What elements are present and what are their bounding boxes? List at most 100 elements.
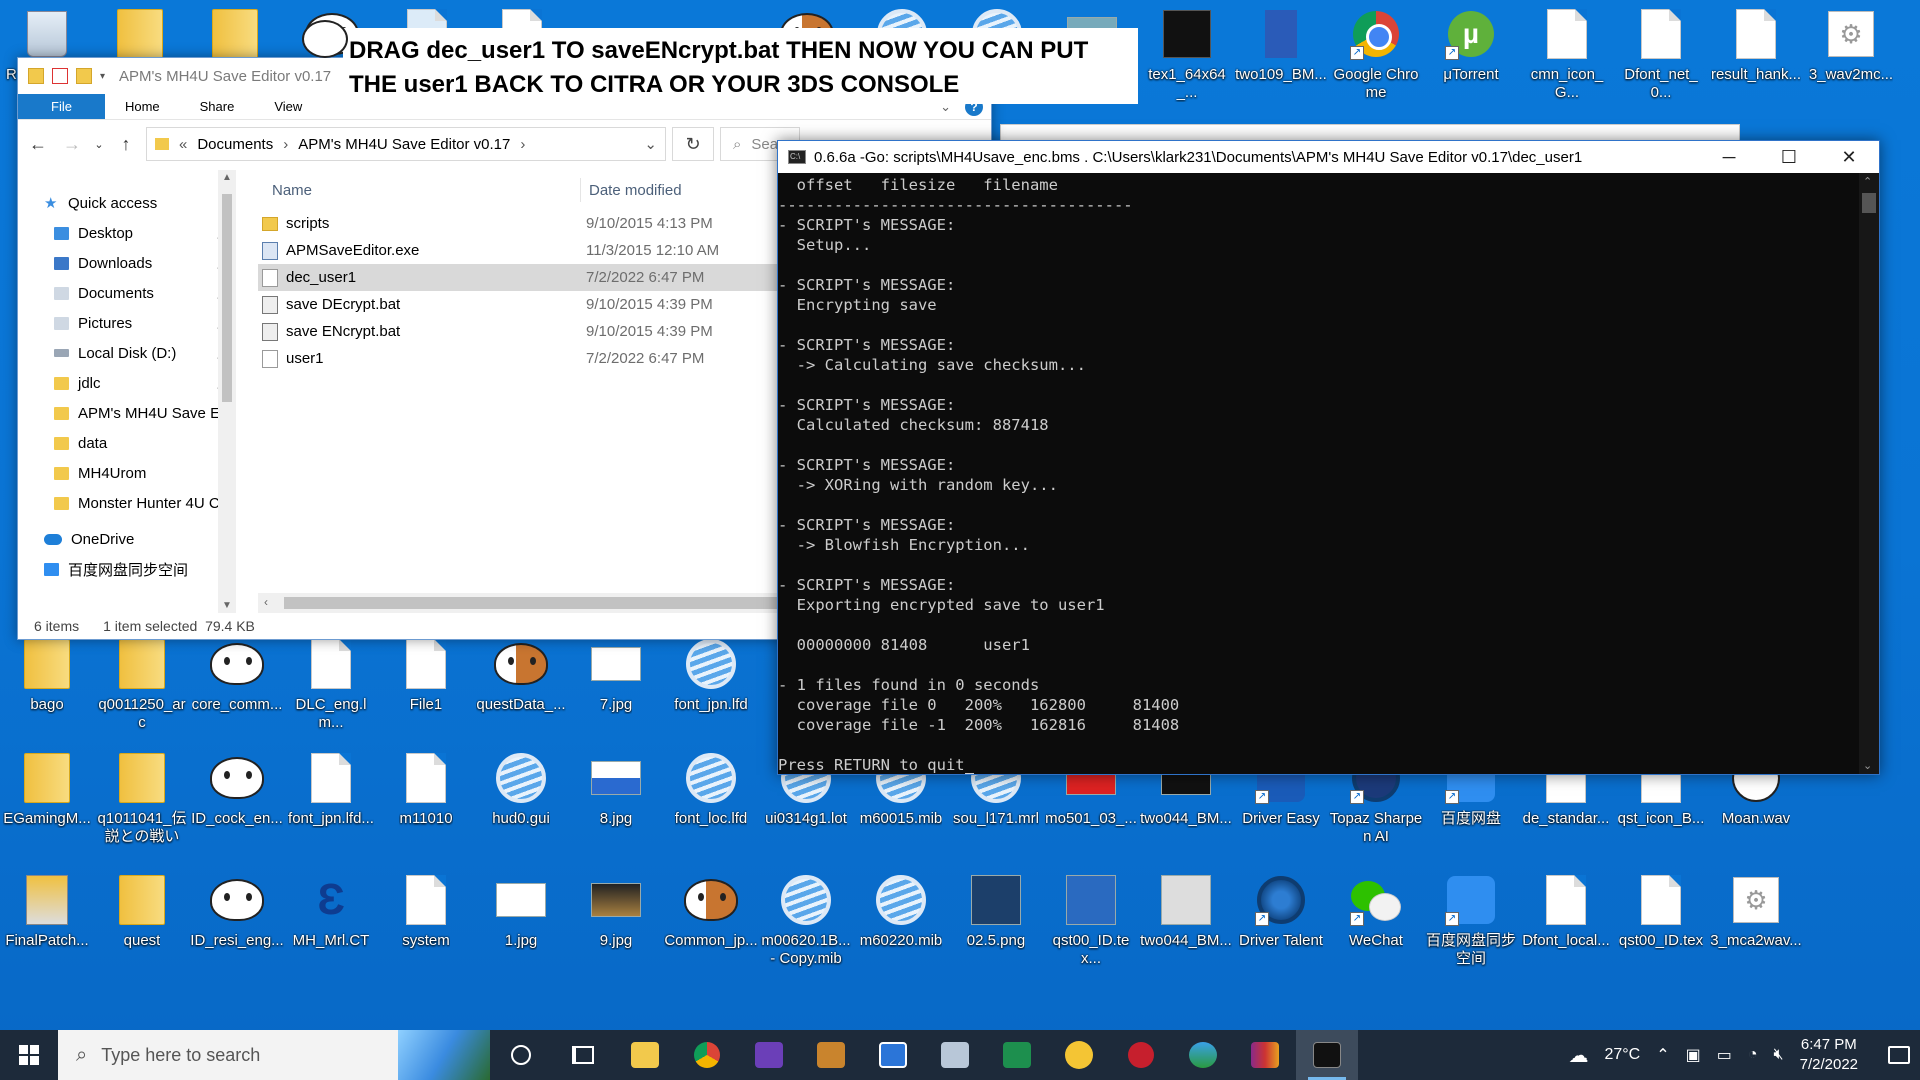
desktop-icon-two109[interactable]: two109_BM... [1234,6,1328,84]
desktop-icon-bago[interactable]: bago [0,636,94,714]
desktop-icon-egamingm[interactable]: EGamingM... [0,750,94,828]
breadcrumb-documents[interactable]: Documents [197,136,273,153]
desktop-icon-id-resi-eng[interactable]: ID_resi_eng... [190,872,284,950]
terminal-scrollbar[interactable]: ⌃ ⌄ [1859,173,1879,774]
desktop-icon-quest[interactable]: quest [95,872,189,950]
clock[interactable]: 6:47 PM 7/2/2022 [1800,1035,1858,1075]
minimize-button[interactable]: ─ [1699,141,1759,173]
cortana-button[interactable] [490,1030,552,1080]
desktop-icon-hud0-gui[interactable]: hud0.gui [474,750,568,828]
breadcrumb-chevron-icon[interactable]: › [283,136,288,153]
terminal-scroll-thumb[interactable] [1862,193,1876,213]
desktop-icon-m11010[interactable]: m11010 [379,750,473,828]
desktop-icon-file1[interactable]: File1 [379,636,473,714]
task-view-button[interactable] [552,1030,614,1080]
scroll-down-icon[interactable]: ⌄ [1863,759,1872,772]
taskbar-app-screen[interactable] [924,1030,986,1080]
desktop-icon-font-jpn-lfd[interactable]: font_jpn.lfd [664,636,758,714]
desktop-icon-finalpatch[interactable]: FinalPatch... [0,872,94,950]
tab-file[interactable]: File [18,94,105,119]
scroll-up-icon[interactable]: ⌃ [1863,175,1872,188]
breadcrumb-current[interactable]: APM's MH4U Save Editor v0.17 [298,136,510,153]
address-bar[interactable]: « Documents › APM's MH4U Save Editor v0.… [146,127,666,161]
desktop-icon-8-jpg[interactable]: 8.jpg [569,750,663,828]
terminal-titlebar[interactable]: C:\ 0.6.6a -Go: scripts\MH4Usave_enc.bms… [778,141,1879,173]
desktop-icon-baidu-sync[interactable]: ↗ 百度网盘同步空间 [1424,872,1518,968]
desktop-icon-qst00-id-tex[interactable]: qst00_ID.tex... [1044,872,1138,968]
battery-icon[interactable]: ▭ [1717,1045,1732,1065]
nav-item[interactable]: Documents📌︎ [18,278,236,308]
column-header-date-modified[interactable]: Date modified [580,178,682,202]
taskbar-chrome[interactable] [676,1030,738,1080]
scroll-up-icon[interactable]: ▲ [222,172,232,183]
taskbar-app-blue[interactable] [862,1030,924,1080]
desktop-icon-9-jpg[interactable]: 9.jpg [569,872,663,950]
tab-share[interactable]: Share [180,94,255,119]
nav-item[interactable]: 百度网盘同步空间 [18,554,236,584]
device-icon[interactable]: ▣ [1686,1045,1701,1065]
wifi-icon[interactable]: ◔ [1748,1046,1758,1064]
nav-item[interactable]: Monster Hunter 4U CQE [18,488,236,518]
tab-home[interactable]: Home [105,94,180,119]
desktop-icon-3-mca2wav[interactable]: ⚙ 3_mca2wav... [1709,872,1803,950]
back-arrow-icon[interactable]: ← [24,130,52,158]
nav-scrollbar[interactable]: ▲ ▼ [218,170,236,613]
start-button[interactable] [0,1030,58,1080]
desktop-icon-7-jpg[interactable]: 7.jpg [569,636,663,714]
show-hidden-icons-icon[interactable]: ⌃ [1656,1045,1669,1065]
desktop-icon-id-cock-en[interactable]: ID_cock_en... [190,750,284,828]
desktop-icon-driver-talent[interactable]: ↗ Driver Talent [1234,872,1328,950]
temperature[interactable]: 27°C [1604,1046,1640,1064]
weather-icon[interactable]: ☁ [1568,1043,1588,1068]
notifications-icon[interactable] [1888,1046,1910,1064]
nav-scroll-thumb[interactable] [222,194,232,402]
desktop-icon-m60220[interactable]: m60220.mib [854,872,948,950]
volume-muted-icon[interactable]: 🔇︎ [1774,1046,1784,1064]
taskbar-app-green[interactable] [986,1030,1048,1080]
taskbar-file-explorer[interactable] [614,1030,676,1080]
taskbar-app-purple[interactable] [738,1030,800,1080]
desktop-icon-utorrent[interactable]: µ ↗ μTorrent [1424,6,1518,84]
nav-item[interactable]: Local Disk (D:)📌︎ [18,338,236,368]
taskbar-app-yellow[interactable] [1048,1030,1110,1080]
desktop-icon-dfont-net[interactable]: Dfont_net_0... [1614,6,1708,102]
column-header-name[interactable]: Name [258,182,580,199]
address-dropdown-icon[interactable]: ⌄ [644,135,657,153]
desktop-icon-font-jpn-lfd2[interactable]: font_jpn.lfd... [284,750,378,828]
tab-view[interactable]: View [254,94,322,119]
nav-item[interactable]: Downloads📌︎ [18,248,236,278]
desktop-icon-folder[interactable] [188,6,282,62]
breadcrumb-chevron-icon[interactable]: › [520,136,525,153]
taskbar-app-globe[interactable] [1172,1030,1234,1080]
desktop-icon-dfont-local[interactable]: Dfont_local... [1519,872,1613,950]
desktop-icon-result-hank[interactable]: result_hank... [1709,6,1803,84]
terminal-output[interactable]: offset filesize filename ----------------… [778,173,1859,774]
nav-item[interactable]: OneDrive [18,524,236,554]
up-arrow-icon[interactable]: ↑ [112,130,140,158]
close-button[interactable]: ✕ [1819,141,1879,173]
nav-item[interactable]: Desktop📌︎ [18,218,236,248]
taskbar-search[interactable]: ⌕ Type here to search [58,1030,490,1080]
taskbar-app-red[interactable] [1110,1030,1172,1080]
nav-item[interactable]: data [18,428,236,458]
properties-icon[interactable] [52,68,68,84]
desktop-icon-q1011041[interactable]: q1011041_伝説との戦い [95,750,189,846]
desktop-icon-wechat[interactable]: ↗ WeChat [1329,872,1423,950]
desktop-icon-m00620-copy[interactable]: m00620.1B... - Copy.mib [759,872,853,968]
desktop-icon-font-loc-lfd[interactable]: font_loc.lfd [664,750,758,828]
taskbar-app-winrar[interactable] [1234,1030,1296,1080]
desktop-icon-dlc-eng[interactable]: DLC_eng.lm... [284,636,378,732]
desktop-icon-core-comm[interactable]: core_comm... [190,636,284,714]
desktop-icon-folder[interactable] [93,6,187,62]
taskbar-cmd[interactable] [1296,1030,1358,1080]
desktop-icon-common-jp[interactable]: Common_jp... [664,872,758,950]
desktop-icon-two044-2[interactable]: two044_BM... [1139,872,1233,950]
refresh-icon[interactable]: ↻ [672,127,714,161]
nav-item[interactable]: APM's MH4U Save Editor v0 [18,398,236,428]
maximize-button[interactable]: ☐ [1759,141,1819,173]
desktop-icon-q0011250[interactable]: q0011250_arc [95,636,189,732]
desktop-icon-google-chrome[interactable]: ↗ Google Chrome [1329,6,1423,102]
desktop-icon-tex1[interactable]: tex1_64x64_... [1140,6,1234,102]
desktop-icon-qst00-id-tex2[interactable]: qst00_ID.tex [1614,872,1708,950]
desktop-icon-system[interactable]: system [379,872,473,950]
